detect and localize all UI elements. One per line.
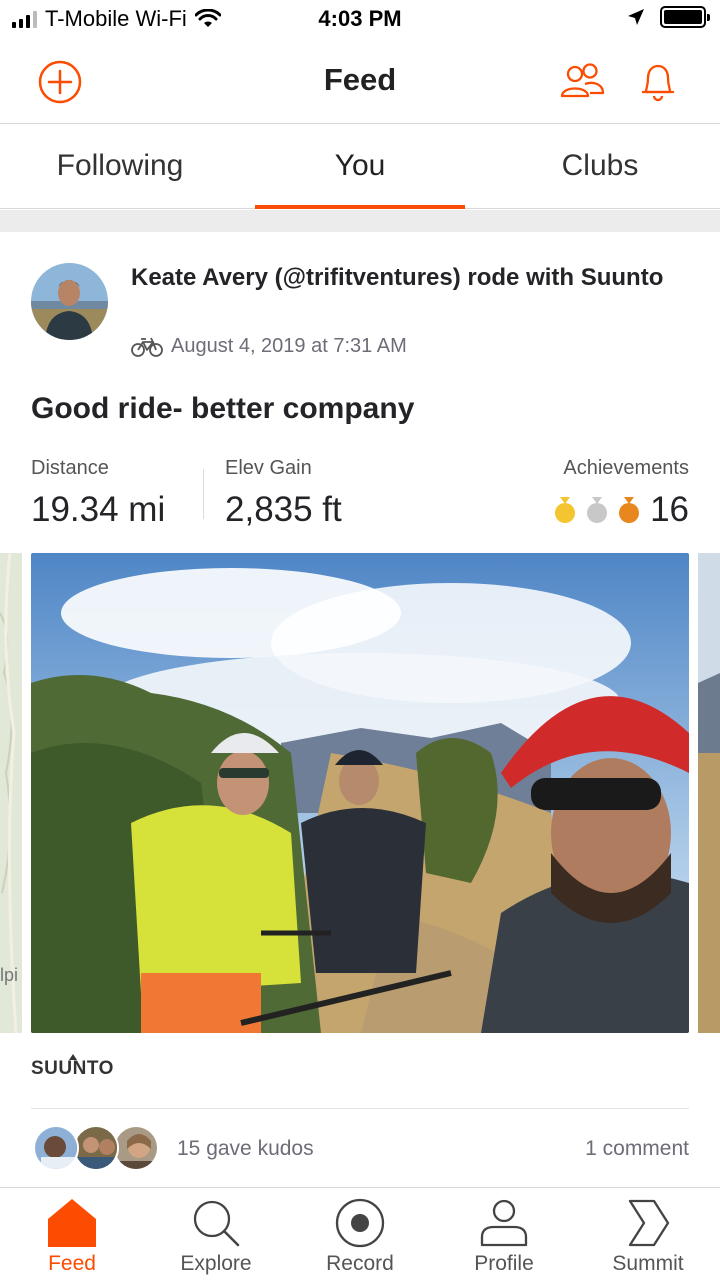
kudos-count[interactable]: 15 gave kudos [177,1137,314,1161]
record-icon [333,1196,387,1250]
location-arrow-icon [628,9,644,25]
silver-medal-icon [587,497,608,523]
status-time: 4:03 PM [318,6,402,31]
nav-explore-label: Explore [180,1252,252,1275]
tab-following[interactable]: Following [0,125,240,208]
activity-card[interactable]: Keate Avery (@trifitventures) rode with … [0,232,720,1187]
nav-explore[interactable]: Explore [144,1188,288,1280]
status-bar: T-Mobile Wi-Fi 4:03 PM [0,0,720,40]
tab-you[interactable]: You [240,125,480,209]
elev-gain-label: Elev Gain [225,457,312,479]
bike-icon [131,337,163,357]
next-photo-preview[interactable] [698,553,720,1033]
feed-separator [0,210,720,232]
map-thumbnail[interactable]: lpi [0,553,22,1033]
battery-icon [660,6,710,28]
kudos-avatars[interactable] [33,1125,163,1171]
media-carousel[interactable]: lpi [0,553,720,1033]
nav-summit-label: Summit [612,1252,684,1275]
comment-count[interactable]: 1 comment [585,1137,689,1161]
achievements-row: 16 [554,490,689,530]
card-divider [31,1108,689,1109]
people-icon [560,63,605,98]
activity-photo[interactable] [31,553,689,1033]
kudo-avatar [113,1125,159,1171]
nav-summit[interactable]: Summit [576,1188,720,1280]
page-title: Feed [323,62,397,97]
nav-feed[interactable]: Feed [0,1188,144,1280]
search-icon [189,1196,243,1250]
kudo-avatar [73,1125,119,1171]
tab-clubs[interactable]: Clubs [480,125,720,208]
nav-record[interactable]: Record [288,1188,432,1280]
notifications-button[interactable] [636,60,680,104]
status-right [626,6,710,28]
map-label: lpi [0,965,19,985]
nav-profile[interactable]: Profile [432,1188,576,1280]
home-icon [45,1196,99,1250]
distance-value: 19.34 mi [31,490,166,529]
profile-icon [477,1196,531,1250]
achievements-value: 16 [650,490,689,529]
distance-stat: Distance 19.34 mi [31,457,165,530]
achievements-label: Achievements [563,457,689,479]
activity-title[interactable]: Good ride- better company [31,392,414,426]
feed-tabs: Following You Clubs [0,125,720,209]
activity-stats: Distance 19.34 mi Elev Gain 2,835 ft Ach… [31,457,689,537]
bottom-nav: Feed Explore Record Profile Summit [0,1187,720,1280]
kudo-avatar [33,1125,79,1171]
bronze-medal-icon [619,497,640,523]
app-header: Feed [0,40,720,124]
distance-label: Distance [31,457,109,479]
elev-gain-value: 2,835 ft [225,490,342,529]
nav-profile-label: Profile [474,1252,534,1275]
nav-feed-label: Feed [48,1252,96,1275]
find-friends-button[interactable] [558,60,606,104]
activity-date: August 4, 2019 at 7:31 AM [131,335,407,358]
stat-divider [203,469,204,519]
summit-icon [621,1196,675,1250]
device-name: SUUNTO [31,1058,114,1079]
date-text: August 4, 2019 at 7:31 AM [171,335,407,357]
gold-medal-icon [555,497,576,523]
bell-icon [641,64,675,102]
achievements-stat: Achievements 16 [554,457,689,530]
nav-record-label: Record [326,1252,394,1275]
avatar[interactable] [31,263,108,340]
athlete-name-line[interactable]: Keate Avery (@trifitventures) rode with … [131,263,691,293]
elev-gain-stat: Elev Gain 2,835 ft [225,457,342,530]
